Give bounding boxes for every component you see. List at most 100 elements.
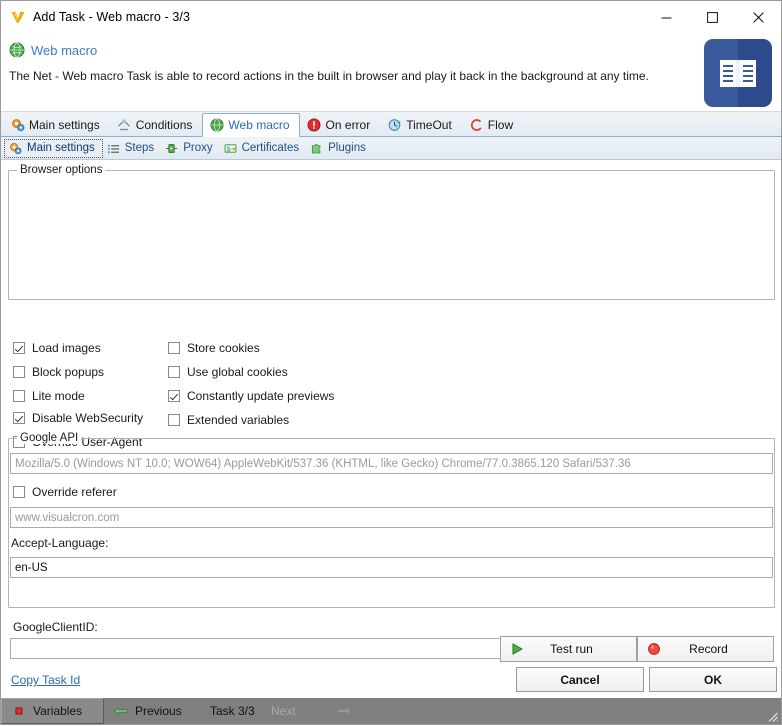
ok-button[interactable]: OK — [649, 667, 777, 692]
google-api-legend: Google API — [17, 432, 82, 444]
checkbox-constantly-update-previews[interactable]: Constantly update previews — [168, 389, 334, 403]
checkbox-box — [168, 366, 180, 378]
record-button[interactable]: Record — [637, 636, 774, 662]
list-steps-icon — [106, 141, 121, 156]
resize-grip[interactable] — [765, 709, 779, 723]
checkbox-label: Lite mode — [32, 389, 85, 403]
subtab-main-settings[interactable]: Main settings — [4, 138, 103, 158]
banner-title: Web macro — [31, 42, 98, 58]
tab-label: Flow — [487, 118, 514, 132]
green-play-icon — [509, 641, 525, 657]
dialog-banner: Web macro The Net - Web macro Task is ab… — [1, 33, 781, 112]
subtab-label: Proxy — [183, 142, 213, 154]
window-title: Add Task - Web macro - 3/3 — [33, 10, 191, 24]
checkbox-box — [168, 342, 180, 354]
browser-options-group: Browser options — [8, 164, 775, 300]
green-left-arrow-icon — [114, 704, 128, 718]
red-square-icon — [12, 704, 26, 718]
subtab-label: Certificates — [241, 142, 300, 154]
tab-on-error[interactable]: On error — [300, 113, 381, 136]
subtab-plugins[interactable]: Plugins — [306, 139, 373, 158]
gears-icon — [8, 141, 23, 156]
variables-button[interactable]: Variables — [1, 698, 104, 724]
conditions-icon — [117, 118, 132, 133]
dialog-footer: Copy Task Id Cancel OK — [1, 662, 781, 698]
checkbox-load-images[interactable]: Load images — [13, 341, 101, 355]
subtab-label: Steps — [124, 142, 155, 154]
timeout-clock-icon — [387, 118, 402, 133]
button-label: Test run — [550, 642, 593, 656]
checkbox-box — [13, 342, 25, 354]
checkbox-box — [168, 390, 180, 402]
minimize-button[interactable] — [643, 1, 689, 33]
tab-flow[interactable]: Flow — [462, 113, 523, 136]
main-tab-strip: Main settings Conditions Web macro On er… — [1, 112, 781, 137]
checkbox-label: Disable WebSecurity — [32, 411, 144, 425]
checkbox-label: Use global cookies — [187, 365, 288, 379]
certificate-icon — [223, 141, 238, 156]
tab-label: Main settings — [29, 118, 100, 132]
task-counter-label: Task 3/3 — [210, 704, 255, 718]
tab-conditions[interactable]: Conditions — [110, 113, 203, 136]
copy-task-id-link[interactable]: Copy Task Id — [11, 673, 80, 687]
checkbox-box — [168, 414, 180, 426]
checkbox-box — [13, 390, 25, 402]
checkbox-box — [13, 412, 25, 424]
gears-icon — [10, 118, 25, 133]
sub-tab-strip: Main settings Steps Proxy Certificates P… — [1, 137, 781, 160]
checkbox-use-global-cookies[interactable]: Use global cookies — [168, 365, 288, 379]
flow-arrow-icon — [469, 118, 484, 133]
tab-timeout[interactable]: TimeOut — [380, 113, 462, 136]
error-circle-icon — [307, 118, 322, 133]
subtab-steps[interactable]: Steps — [103, 139, 161, 158]
grey-right-arrow-icon — [337, 704, 351, 718]
checkbox-label: Block popups — [32, 365, 105, 379]
subtab-label: Main settings — [27, 142, 95, 154]
documentation-book-icon — [704, 39, 772, 107]
web-macro-main-settings-panel: Browser options Load images Block popups… — [1, 160, 781, 662]
banner-description: The Net - Web macro Task is able to reco… — [9, 69, 649, 83]
checkbox-extended-variables[interactable]: Extended variables — [168, 413, 289, 427]
checkbox-label: Store cookies — [187, 341, 260, 355]
checkbox-lite-mode[interactable]: Lite mode — [13, 389, 85, 403]
checkbox-store-cookies[interactable]: Store cookies — [168, 341, 260, 355]
status-bar: Variables Previous Task 3/3 Next — [1, 698, 781, 724]
tab-label: On error — [325, 118, 371, 132]
banner-title-row: Web macro — [1, 39, 781, 61]
tab-main-settings[interactable]: Main settings — [3, 113, 110, 136]
task-counter: Task 3/3 — [205, 698, 261, 724]
google-client-id-label: GoogleClientID: — [13, 620, 98, 634]
checkbox-disable-websecurity[interactable]: Disable WebSecurity — [13, 411, 143, 425]
next-button[interactable]: Next — [261, 698, 361, 724]
previous-label: Previous — [135, 704, 182, 718]
visualcron-v-logo-icon — [10, 9, 26, 25]
subtab-certificates[interactable]: Certificates — [220, 139, 307, 158]
tab-label: TimeOut — [406, 118, 452, 132]
checkbox-label: Constantly update previews — [187, 389, 335, 403]
test-run-button[interactable]: Test run — [500, 636, 637, 662]
previous-button[interactable]: Previous — [104, 698, 205, 724]
puzzle-piece-icon — [309, 141, 324, 156]
proxy-icon — [164, 141, 179, 156]
subtab-label: Plugins — [328, 142, 366, 154]
close-button[interactable] — [735, 1, 781, 33]
title-bar: Add Task - Web macro - 3/3 — [1, 1, 781, 33]
google-api-group: Google API — [8, 432, 775, 608]
globe-icon — [209, 118, 224, 133]
button-label: Record — [689, 642, 728, 656]
checkbox-label: Load images — [32, 341, 101, 355]
red-record-icon — [646, 641, 662, 657]
browser-options-legend: Browser options — [17, 164, 106, 176]
cancel-button[interactable]: Cancel — [516, 667, 644, 692]
checkbox-box — [13, 366, 25, 378]
tab-label: Web macro — [228, 118, 290, 132]
tab-label: Conditions — [135, 118, 193, 132]
tab-web-macro[interactable]: Web macro — [202, 113, 300, 137]
subtab-proxy[interactable]: Proxy — [161, 139, 219, 158]
variables-label: Variables — [33, 704, 83, 718]
green-globe-icon — [9, 42, 25, 58]
next-label: Next — [271, 704, 296, 718]
maximize-button[interactable] — [689, 1, 735, 33]
checkbox-block-popups[interactable]: Block popups — [13, 365, 104, 379]
add-task-dialog: Add Task - Web macro - 3/3 Web macro The… — [0, 0, 782, 725]
